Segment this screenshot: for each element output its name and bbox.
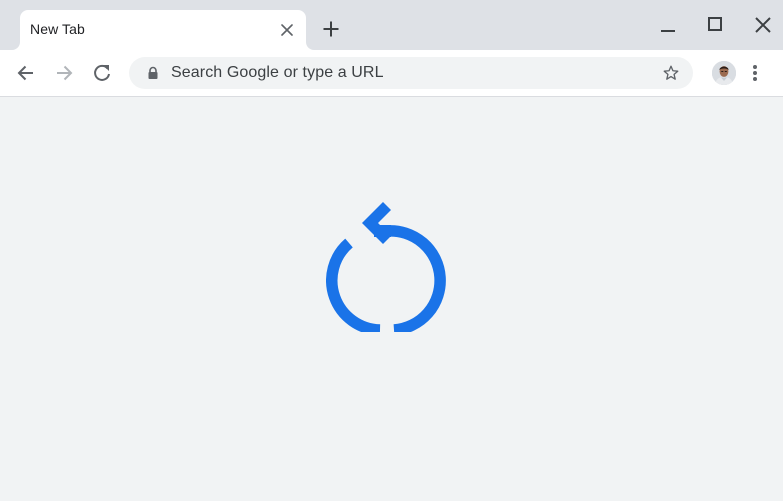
window-close-icon[interactable]	[752, 14, 774, 36]
tab-title: New Tab	[30, 21, 85, 37]
omnibox[interactable]: Search Google or type a URL	[129, 57, 693, 89]
browser-window: New Tab Search Google or type a URL	[0, 0, 783, 501]
new-tab-plus-icon[interactable]	[320, 18, 342, 40]
back-arrow-icon[interactable]	[14, 61, 38, 85]
bookmark-star-icon[interactable]	[661, 63, 681, 83]
reload-graphic-icon	[326, 202, 446, 332]
reload-icon[interactable]	[90, 61, 114, 85]
window-minimize-icon[interactable]	[657, 14, 679, 36]
window-maximize-icon[interactable]	[704, 14, 726, 36]
tab-strip: New Tab	[0, 0, 783, 50]
tab-close-icon[interactable]	[278, 21, 296, 39]
page-content	[0, 97, 783, 501]
forward-arrow-icon[interactable]	[52, 61, 76, 85]
more-vert-icon[interactable]	[745, 61, 765, 85]
toolbar: Search Google or type a URL	[0, 50, 783, 97]
lock-icon[interactable]	[146, 66, 160, 80]
omnibox-placeholder: Search Google or type a URL	[171, 64, 384, 81]
tab-new-tab[interactable]: New Tab	[20, 10, 306, 50]
profile-avatar-icon[interactable]	[712, 61, 736, 85]
